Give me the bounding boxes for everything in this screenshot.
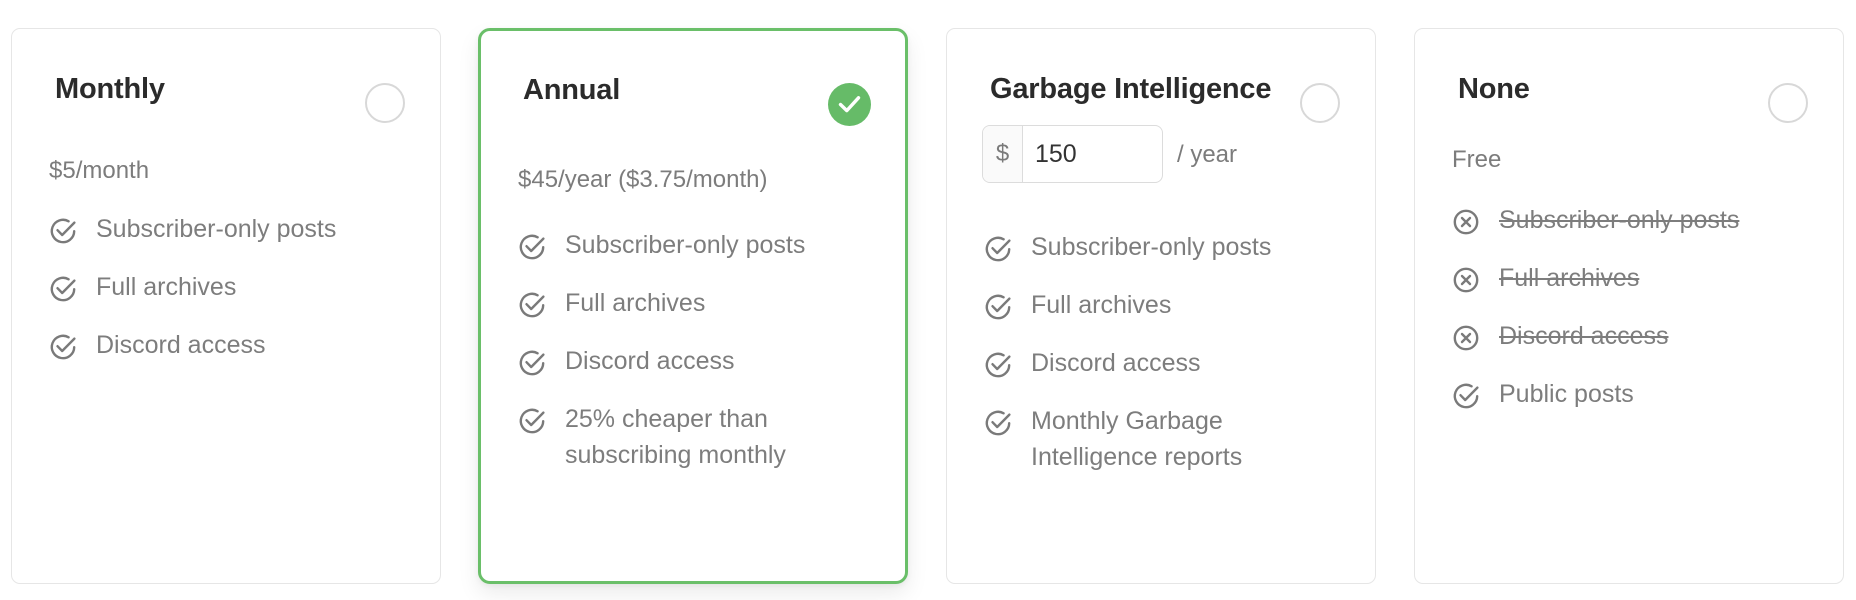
check-circle-icon: [48, 332, 78, 362]
feature-item: Subscriber-only posts: [1451, 202, 1811, 238]
feature-label: Monthly Garbage Intelligence reports: [1031, 407, 1243, 471]
plan-price: Free: [1452, 146, 1502, 173]
feature-item: Discord access: [517, 343, 877, 379]
feature-label: Full archives: [1499, 264, 1640, 292]
plan-card-garbage-intelligence[interactable]: Garbage Intelligence $ / year Subscriber…: [946, 28, 1376, 584]
feature-item: Public posts: [1451, 376, 1811, 412]
check-circle-icon: [983, 292, 1013, 322]
feature-item: Full archives: [983, 287, 1343, 323]
check-circle-icon: [517, 348, 547, 378]
check-circle-icon: [517, 290, 547, 320]
feature-item: Subscriber-only posts: [983, 229, 1343, 265]
feature-label: Public posts: [1499, 380, 1634, 408]
feature-label: Subscriber-only posts: [1031, 233, 1272, 261]
custom-price-field: $: [982, 125, 1163, 183]
plan-title: Monthly: [55, 73, 165, 105]
plan-title: None: [1458, 73, 1530, 105]
feature-label: Full archives: [1031, 291, 1172, 319]
feature-item: Monthly Garbage Intelligence reports: [983, 403, 1321, 475]
checkmark-icon: [838, 96, 861, 113]
feature-item: Discord access: [48, 327, 408, 363]
feature-item: Full archives: [48, 269, 408, 305]
check-circle-icon: [983, 234, 1013, 264]
check-circle-icon: [517, 406, 547, 436]
plan-price: $45/year ($3.75/month): [518, 166, 768, 193]
currency-symbol: $: [983, 126, 1023, 182]
price-period: / year: [1177, 141, 1238, 168]
plan-radio-unselected-icon[interactable]: [365, 83, 405, 123]
plan-radio-unselected-icon[interactable]: [1300, 83, 1340, 123]
check-circle-icon: [517, 232, 547, 262]
feature-item: 25% cheaper than subscribing monthly: [517, 401, 865, 473]
feature-label: Subscriber-only posts: [565, 231, 806, 259]
plan-card-annual[interactable]: Annual $45/year ($3.75/month) Subscriber…: [478, 28, 908, 584]
feature-list: Subscriber-only posts Full archives Disc…: [48, 211, 408, 385]
feature-item: Full archives: [517, 285, 877, 321]
plan-card-monthly[interactable]: Monthly $5/month Subscriber-only posts F…: [11, 28, 441, 584]
feature-list: Subscriber-only posts Full archives Disc…: [1451, 202, 1811, 434]
feature-label: 25% cheaper than subscribing monthly: [565, 405, 786, 469]
feature-label: Discord access: [1499, 322, 1669, 350]
plan-title: Garbage Intelligence: [990, 73, 1272, 105]
price-amount-input[interactable]: [1023, 126, 1162, 182]
feature-label: Subscriber-only posts: [1499, 206, 1740, 234]
plan-selector: Monthly $5/month Subscriber-only posts F…: [0, 0, 1856, 600]
feature-item: Discord access: [1451, 318, 1811, 354]
check-circle-icon: [1451, 381, 1481, 411]
feature-label: Discord access: [1031, 349, 1201, 377]
feature-label: Discord access: [96, 331, 266, 359]
feature-label: Full archives: [565, 289, 706, 317]
check-circle-icon: [48, 274, 78, 304]
feature-list: Subscriber-only posts Full archives Disc…: [983, 229, 1343, 497]
plan-card-none[interactable]: None Free Subscriber-only posts Full arc…: [1414, 28, 1844, 584]
plan-radio-unselected-icon[interactable]: [1768, 83, 1808, 123]
check-circle-icon: [48, 216, 78, 246]
x-circle-icon: [1451, 265, 1481, 295]
feature-item: Discord access: [983, 345, 1343, 381]
feature-label: Discord access: [565, 347, 735, 375]
plan-title: Annual: [523, 74, 621, 106]
feature-label: Subscriber-only posts: [96, 215, 337, 243]
plan-radio-selected-icon[interactable]: [828, 83, 871, 126]
check-circle-icon: [983, 350, 1013, 380]
feature-item: Subscriber-only posts: [48, 211, 408, 247]
feature-list: Subscriber-only posts Full archives Disc…: [517, 227, 877, 495]
x-circle-icon: [1451, 207, 1481, 237]
check-circle-icon: [983, 408, 1013, 438]
x-circle-icon: [1451, 323, 1481, 353]
feature-label: Full archives: [96, 273, 237, 301]
feature-item: Subscriber-only posts: [517, 227, 877, 263]
feature-item: Full archives: [1451, 260, 1811, 296]
plan-price: $5/month: [49, 157, 150, 184]
